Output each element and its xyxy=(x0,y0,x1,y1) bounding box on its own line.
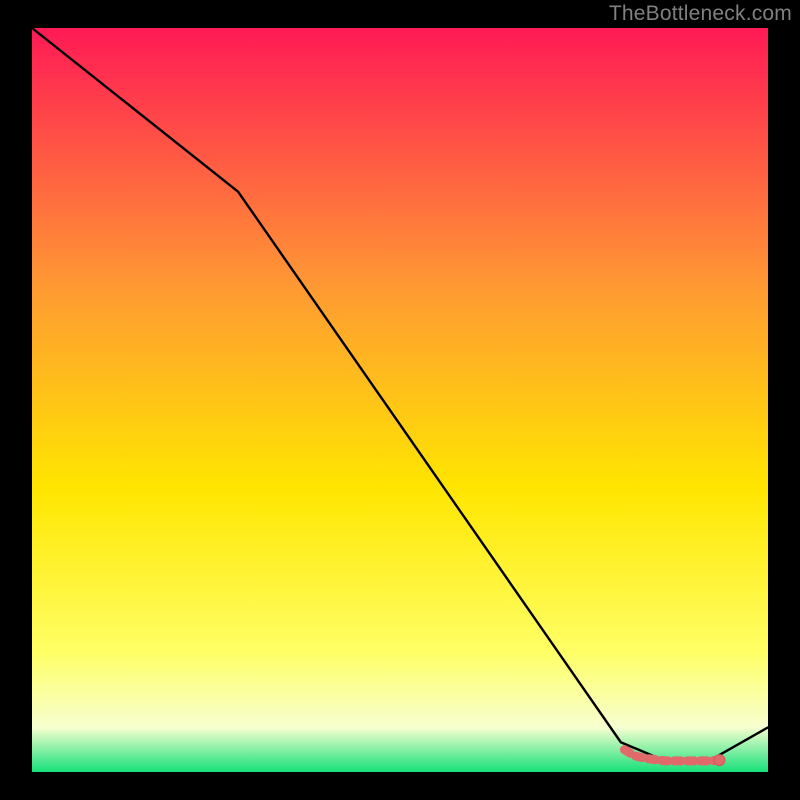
chart-frame: TheBottleneck.com xyxy=(0,0,800,800)
gradient-background xyxy=(32,28,768,772)
chart-svg xyxy=(32,28,768,772)
plot-area xyxy=(32,28,768,772)
end-marker xyxy=(714,755,725,766)
attribution-text: TheBottleneck.com xyxy=(609,2,792,26)
